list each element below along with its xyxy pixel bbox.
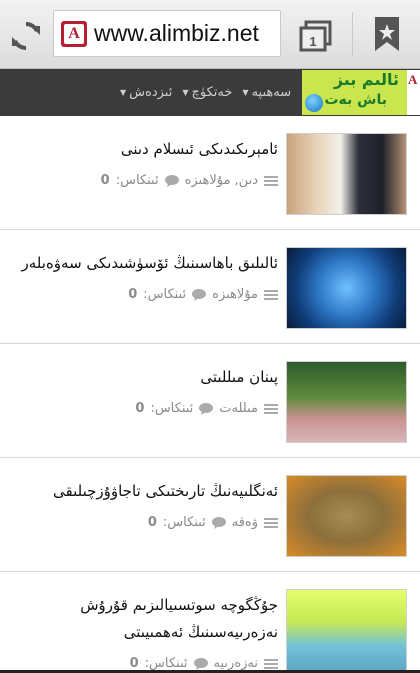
comments-count: 0 — [129, 656, 139, 671]
article-title[interactable]: پىنان مىللىتى — [12, 364, 278, 391]
article-category[interactable]: ۋەقە — [232, 515, 258, 530]
logo-badge: A — [407, 70, 420, 115]
site-favicon-icon: A — [61, 21, 87, 47]
comments-label: ئىنكاس: — [162, 515, 206, 530]
article-item[interactable]: ئامېرىكىدىكى ئىسلام دىنى دىن, مۇلاھىزە ئ… — [0, 116, 420, 230]
article-item[interactable]: پىنان مىللىتى مىللەت ئىنكاس: 0 — [0, 344, 420, 458]
article-meta: مۇلاھىزە ئىنكاس: 0 — [128, 287, 278, 302]
comment-icon — [193, 657, 208, 670]
site-logo[interactable]: ئالىم بىز باش بەت — [302, 70, 407, 115]
nav-item-tags[interactable]: ▼ خەتكۈچ — [182, 85, 232, 100]
address-bar[interactable]: A www.alimbiz.net — [53, 10, 281, 57]
bookmark-icon[interactable] — [372, 15, 402, 53]
comments-label: ئىنكاس: — [150, 401, 194, 416]
article-meta: مىللەت ئىنكاس: 0 — [135, 401, 278, 416]
caret-down-icon: ▼ — [120, 88, 127, 97]
article-item[interactable]: ئەنگلىيەنىڭ تارىختىكى تاجاۋۇزچىلىقى ۋەقە… — [0, 458, 420, 572]
article-title[interactable]: جۇڭگوچە سوتسىيالىزىم قۇرۇش نەزەرىيەسىنىڭ… — [12, 592, 278, 646]
article-title[interactable]: ئەنگلىيەنىڭ تارىختىكى تاجاۋۇزچىلىقى — [12, 478, 278, 505]
article-category[interactable]: دىن, مۇلاھىزە — [185, 173, 258, 188]
article-meta: نەزەرىيە ئىنكاس: 0 — [130, 656, 278, 671]
article-meta: ۋەقە ئىنكاس: 0 — [148, 515, 278, 530]
comments-label: ئىنكاس: — [144, 656, 188, 671]
logo-title: ئالىم بىز — [333, 70, 399, 89]
reload-icon[interactable] — [7, 17, 45, 55]
toolbar-divider — [352, 12, 353, 56]
nav-item-label: ئىزدەش — [129, 85, 173, 100]
article-thumbnail[interactable] — [286, 475, 407, 557]
article-thumbnail[interactable] — [286, 589, 407, 671]
article-thumbnail[interactable] — [286, 247, 407, 329]
comment-icon — [164, 174, 179, 187]
caret-down-icon: ▼ — [242, 88, 249, 97]
comments-count: 0 — [128, 287, 138, 302]
article-meta: دىن, مۇلاھىزە ئىنكاس: 0 — [101, 173, 278, 188]
comment-icon — [192, 288, 207, 301]
article-category[interactable]: نەزەرىيە — [214, 656, 258, 671]
article-title[interactable]: ئالىلىق باھاسىنىڭ ئۆسۈشىدىكى سەۋەبلەر — [12, 250, 278, 277]
nav-item-label: سەھىپە — [251, 85, 292, 100]
category-icon — [264, 403, 278, 414]
comment-icon — [211, 516, 226, 529]
category-icon — [264, 289, 278, 300]
logo-home-label: باش بەت — [324, 92, 387, 108]
comment-icon — [199, 402, 214, 415]
article-category[interactable]: مۇلاھىزە — [212, 287, 258, 302]
comments-count: 0 — [147, 515, 157, 530]
article-item[interactable]: جۇڭگوچە سوتسىيالىزىم قۇرۇش نەزەرىيەسىنىڭ… — [0, 572, 420, 673]
article-thumbnail[interactable] — [286, 361, 407, 443]
article-title[interactable]: ئامېرىكىدىكى ئىسلام دىنى — [12, 136, 278, 163]
caret-down-icon: ▼ — [182, 88, 189, 97]
site-nav-bar: ▼ ئىزدەش ▼ خەتكۈچ ▼ سەھىپە ئالىم بىز باش… — [0, 69, 420, 116]
nav-menu: ▼ ئىزدەش ▼ خەتكۈچ ▼ سەھىپە — [120, 69, 291, 116]
category-icon — [264, 175, 278, 186]
tab-count: 1 — [309, 34, 316, 49]
comments-label: ئىنكاس: — [143, 287, 187, 302]
nav-item-label: خەتكۈچ — [191, 85, 233, 100]
nav-item-categories[interactable]: ▼ سەھىپە — [242, 85, 291, 100]
article-category[interactable]: مىللەت — [219, 401, 258, 416]
category-icon — [264, 658, 278, 669]
url-text[interactable]: www.alimbiz.net — [94, 20, 259, 47]
article-item[interactable]: ئالىلىق باھاسىنىڭ ئۆسۈشىدىكى سەۋەبلەر مۇ… — [0, 230, 420, 344]
category-icon — [264, 517, 278, 528]
nav-item-search[interactable]: ▼ ئىزدەش — [120, 85, 172, 100]
comments-count: 0 — [100, 173, 110, 188]
comments-count: 0 — [135, 401, 145, 416]
globe-icon — [305, 94, 323, 112]
article-thumbnail[interactable] — [286, 133, 407, 215]
browser-toolbar: A www.alimbiz.net 1 — [0, 0, 420, 69]
tabs-icon[interactable]: 1 — [298, 18, 334, 52]
comments-label: ئىنكاس: — [115, 173, 159, 188]
